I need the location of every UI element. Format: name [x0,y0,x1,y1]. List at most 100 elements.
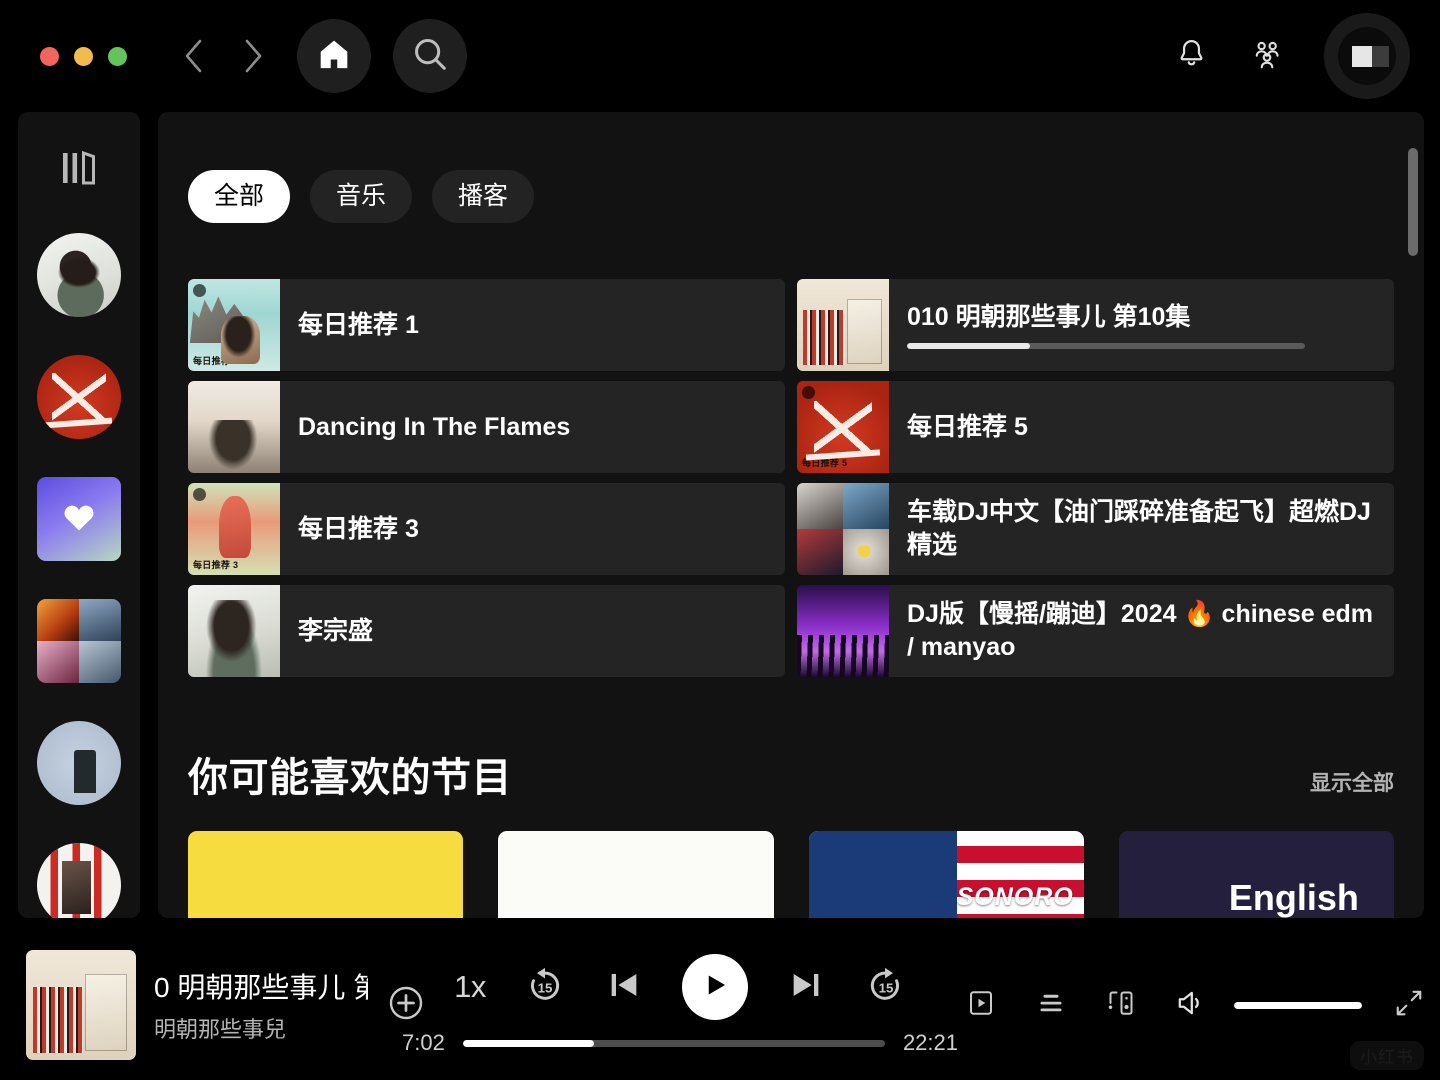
filter-chip-music[interactable]: 音乐 [310,170,412,223]
filter-chips: 全部 音乐 播客 [158,112,1424,223]
show-card-all-ears[interactable]: ALL EARS [188,831,463,918]
previous-track-button[interactable] [604,965,644,1010]
shortcut-thumbnail [797,483,889,575]
connect-to-device-button[interactable] [1098,982,1144,1028]
profile-button[interactable] [1324,13,1410,99]
seek-bar[interactable] [463,1040,885,1047]
forward-button[interactable] [231,34,275,78]
home-button[interactable] [297,19,371,93]
fullscreen-icon [1394,988,1424,1023]
shortcut-thumbnail [797,585,889,677]
shortcut-card[interactable]: 李宗盛 [188,585,785,677]
volume-slider[interactable] [1234,1002,1362,1009]
art-quadrant [37,599,79,641]
now-playing-info: 0 明朝那些事儿 第10 明朝那些事兒 [26,950,426,1060]
art-quadrant [797,483,843,529]
forward-15-icon: 15 [864,964,906,1011]
playback-controls: 1x 15 [454,954,906,1020]
sidebar-item-stripes-album[interactable] [37,843,121,918]
shows-row: ALL EARS SONORO English [188,831,1394,918]
filter-chip-podcast[interactable]: 播客 [432,170,534,223]
svg-text:15: 15 [537,980,552,995]
forward-15-button[interactable]: 15 [864,964,906,1011]
art-quadrant [37,641,79,683]
playback-speed-button[interactable]: 1x [454,969,486,1005]
volume-icon [1175,987,1207,1024]
shortcut-thumbnail [188,381,280,473]
queue-icon [1036,988,1066,1023]
shortcut-title: DJ版【慢摇/蹦迪】2024 🔥 chinese edm / manyao [907,598,1376,664]
queue-button[interactable] [1028,982,1074,1028]
friend-activity-button[interactable] [1242,31,1292,81]
close-window-button[interactable] [40,47,59,66]
shortcut-thumbnail [188,585,280,677]
back-button[interactable] [171,34,215,78]
sidebar-item-playlist-grid[interactable] [37,599,121,683]
volume-slider-fill [1234,1002,1362,1009]
art-quadrant [79,599,121,641]
thumbnail-caption: 每日推荐 5 [802,456,847,469]
scrollbar-thumb[interactable] [1408,148,1418,256]
zoom-window-button[interactable] [108,47,127,66]
search-button[interactable] [393,19,467,93]
section-header: 你可能喜欢的节目 显示全部 [188,745,1394,803]
filter-chip-all[interactable]: 全部 [188,170,290,223]
sidebar-item-guitar-album[interactable] [37,721,121,805]
show-card-white[interactable] [498,831,773,918]
shortcut-card[interactable]: 车载DJ中文【油门踩碎准备起飞】超燃DJ精选 [797,483,1394,575]
show-all-link[interactable]: 显示全部 [1310,767,1394,803]
sidebar-item-artist-portrait[interactable] [37,233,121,317]
now-playing-artist[interactable]: 明朝那些事兒 [154,1012,368,1044]
shortcut-card[interactable]: 每日推荐 5 每日推荐 5 [797,381,1394,473]
art-quadrant [843,529,889,575]
play-button[interactable] [682,954,748,1020]
player-bar: 0 明朝那些事儿 第10 明朝那些事兒 1x 15 [0,930,1440,1080]
explicit-badge-icon [193,284,206,297]
now-playing-artwork[interactable] [26,950,136,1060]
shortcut-title: Dancing In The Flames [298,411,767,444]
shortcut-title: 每日推荐 1 [298,309,767,342]
shortcut-progress-bar [907,343,1305,349]
shortcut-thumbnail: 每日推荐 3 [188,483,280,575]
now-playing-view-button[interactable] [958,982,1004,1028]
now-playing-title[interactable]: 0 明朝那些事儿 第10 [154,966,368,1006]
notifications-button[interactable] [1166,31,1216,81]
shortcut-thumbnail: 每日推荐 1 [188,279,280,371]
your-library-button[interactable] [51,146,107,195]
top-bar-actions [1166,13,1410,99]
next-track-icon [786,965,826,1010]
heart-icon [62,501,96,538]
shortcut-card[interactable]: DJ版【慢摇/蹦迪】2024 🔥 chinese edm / manyao [797,585,1394,677]
now-playing-text: 0 明朝那些事儿 第10 明朝那些事兒 [154,966,368,1044]
show-card-sonoro[interactable]: SONORO [809,831,1084,918]
show-card-english[interactable]: English [1119,831,1394,918]
shortcut-body: 李宗盛 [280,615,785,648]
left-sidebar [18,112,140,918]
rewind-15-button[interactable]: 15 [524,964,566,1011]
rewind-15-icon: 15 [524,964,566,1011]
next-track-button[interactable] [786,965,826,1010]
home-icon [317,37,351,76]
fullscreen-button[interactable] [1386,982,1432,1028]
minimize-window-button[interactable] [74,47,93,66]
shortcut-card[interactable]: Dancing In The Flames [188,381,785,473]
shortcut-card[interactable]: 010 明朝那些事儿 第10集 [797,279,1394,371]
show-artwork-label: SONORO [957,883,1074,912]
sidebar-item-red-podcast[interactable] [37,355,121,439]
show-artwork: English [1119,831,1394,918]
section-title: 你可能喜欢的节目 [188,745,512,803]
seek-bar-fill [463,1040,594,1047]
now-playing-view-icon [966,988,996,1023]
sidebar-item-liked-songs[interactable] [37,477,121,561]
volume-button[interactable] [1168,982,1214,1028]
shortcut-card[interactable]: 每日推荐 1 每日推荐 1 [188,279,785,371]
window-traffic-lights [40,47,127,66]
shortcut-card[interactable]: 每日推荐 3 每日推荐 3 [188,483,785,575]
show-artwork: ALL EARS [188,831,463,918]
shortcut-title: 每日推荐 5 [907,411,1376,444]
your-library-icon [56,146,102,195]
shortcut-title: 每日推荐 3 [298,513,767,546]
show-artwork: SONORO [809,831,1084,918]
content-scrollbar[interactable] [1408,126,1418,904]
player-right-controls [958,982,1432,1028]
